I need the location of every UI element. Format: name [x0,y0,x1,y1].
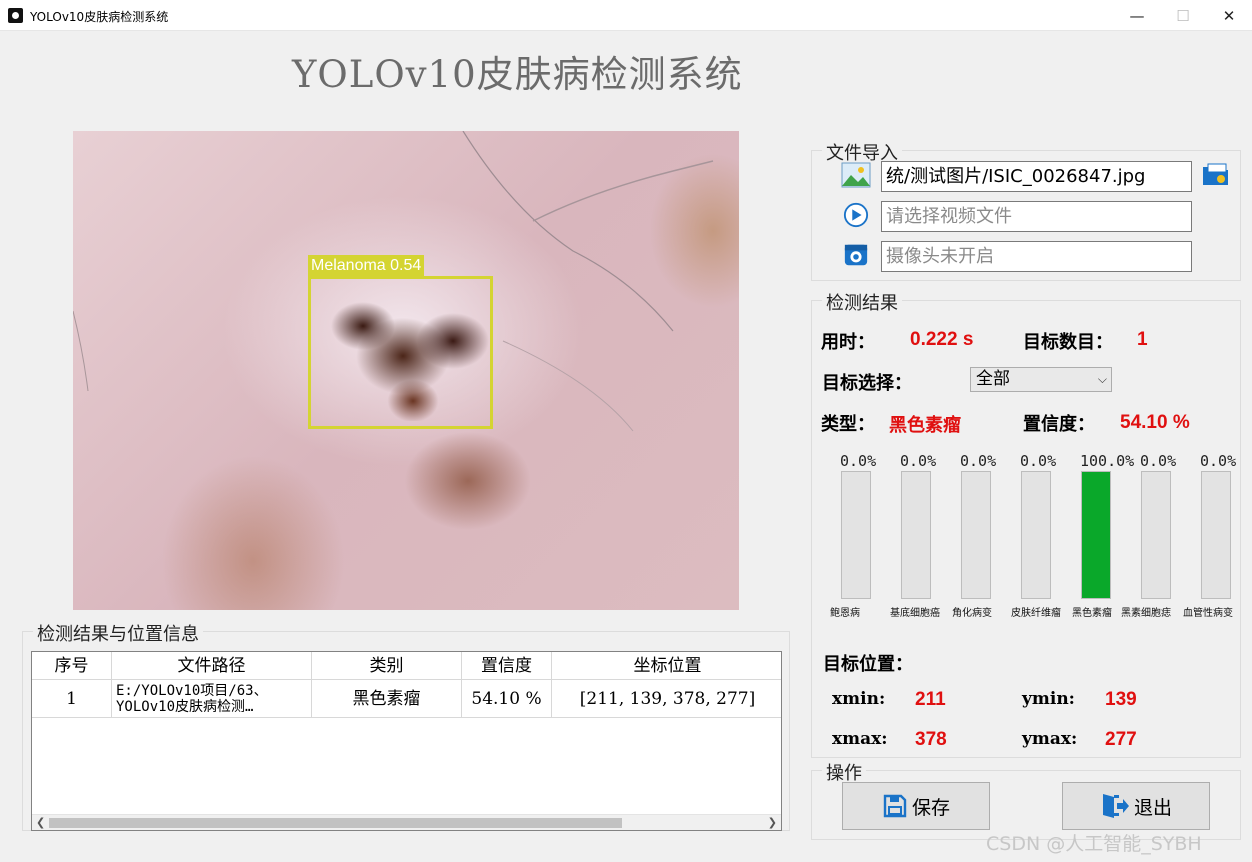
camera-icon[interactable] [841,242,871,268]
window-title: YOLOv10皮肤病检测系统 [30,10,169,24]
bar-percent: 0.0% [1200,452,1237,470]
exit-button[interactable]: 退出 [1062,782,1210,830]
minimize-button[interactable]: — [1114,0,1160,31]
time-label: 用时： [821,332,875,353]
type-value: 黑色素瘤 [889,415,961,436]
xmax-label: xmax: [832,729,888,749]
exit-button-label: 退出 [1133,796,1172,819]
watermark: CSDN @人工智能_SYBH [986,833,1202,855]
chevron-down-icon: ⌵ [1097,372,1107,386]
bar-percent: 100.0% [1080,452,1135,470]
probability-bar [841,471,871,599]
xmin-label: xmin: [832,689,886,709]
column-header-index[interactable]: 序号 [32,652,112,680]
table-header: 序号 文件路径 类别 置信度 坐标位置 [32,652,781,680]
bar-class-name: 黑素细胞痣 [1121,608,1171,619]
video-play-icon[interactable] [841,202,871,228]
probability-bar [901,471,931,599]
save-icon [883,794,907,818]
target-select-dropdown[interactable]: 全部 ⌵ [970,367,1112,392]
time-value: 0.222 s [910,329,974,350]
app-icon [8,8,23,23]
ymin-label: ymin: [1022,689,1075,709]
detection-image: Melanoma 0.54 [73,131,739,610]
maximize-button[interactable]: ☐ [1160,0,1206,31]
ymax-value: 277 [1105,729,1137,750]
video-path-field[interactable]: 请选择视频文件 [881,201,1192,232]
target-count-label: 目标数目： [1023,332,1113,353]
bar-percent: 0.0% [960,452,997,470]
xmin-value: 211 [915,689,946,710]
cell-index: 1 [32,680,112,718]
probability-bar [961,471,991,599]
type-label: 类型： [821,414,875,435]
bar-class-name: 黑色素瘤 [1072,608,1112,619]
horizontal-scrollbar[interactable]: ❮ ❯ [32,814,781,830]
probability-bar [1081,471,1111,599]
bar-percent: 0.0% [840,452,877,470]
bar-percent: 0.0% [1020,452,1057,470]
column-header-path[interactable]: 文件路径 [112,652,312,680]
cell-path: E:/YOLOv10项目/63、 YOLOv10皮肤病检测… [112,680,312,718]
ymax-label: ymax: [1022,729,1078,749]
page-title: YOLOv10皮肤病检测系统 [292,53,743,96]
bar-class-name: 基底细胞癌 [890,608,940,619]
cell-confidence: 54.10 % [462,680,552,718]
cell-class: 黑色素瘤 [312,680,462,718]
bar-percent: 0.0% [900,452,937,470]
cell-path-line: E:/YOLOv10项目/63、 [116,683,268,699]
cell-path-line: YOLOv10皮肤病检测… [116,699,254,715]
bar-class-name: 血管性病变 [1183,608,1233,619]
probability-bar [1201,471,1231,599]
confidence-label: 置信度： [1023,414,1095,435]
table-row[interactable]: 1 E:/YOLOv10项目/63、 YOLOv10皮肤病检测… 黑色素瘤 54… [32,680,781,718]
image-file-icon[interactable] [841,162,871,188]
bar-class-name: 鲍恩病 [830,608,860,619]
target-count-value: 1 [1137,329,1148,350]
column-header-confidence[interactable]: 置信度 [462,652,552,680]
save-button[interactable]: 保存 [842,782,990,830]
probability-bar-fill [1082,472,1110,598]
detection-bounding-box [308,276,493,429]
column-header-coordinates[interactable]: 坐标位置 [552,652,781,680]
bar-percent: 0.0% [1140,452,1177,470]
confidence-value: 54.10 % [1120,412,1190,433]
detection-result-title: 检测结果 [822,289,902,315]
detection-label: Melanoma 0.54 [308,255,425,277]
target-position-label: 目标位置： [823,654,913,675]
scroll-right-icon[interactable]: ❯ [768,815,777,830]
results-table-title: 检测结果与位置信息 [33,620,203,646]
target-select-label: 目标选择： [822,373,912,394]
xmax-value: 378 [915,729,947,750]
window-titlebar: YOLOv10皮肤病检测系统 — ☐ ✕ [0,0,1252,31]
exit-icon [1102,794,1129,818]
scroll-left-icon[interactable]: ❮ [36,815,45,830]
results-table[interactable]: 序号 文件路径 类别 置信度 坐标位置 1 E:/YOLOv10项目/63、 Y… [31,651,782,831]
folder-open-icon[interactable] [1201,161,1231,187]
target-select-value: 全部 [976,369,1010,389]
bar-class-name: 角化病变 [952,608,992,619]
bar-class-name: 皮肤纤维瘤 [1011,608,1061,619]
cell-coordinates: [211, 139, 378, 277] [579,689,756,709]
probability-bar [1021,471,1051,599]
ymin-value: 139 [1105,689,1137,710]
scrollbar-thumb[interactable] [49,818,622,828]
column-header-class[interactable]: 类别 [312,652,462,680]
probability-bar [1141,471,1171,599]
image-path-field[interactable]: 统/测试图片/ISIC_0026847.jpg [881,161,1192,192]
close-button[interactable]: ✕ [1206,0,1252,31]
camera-status-field[interactable]: 摄像头未开启 [881,241,1192,272]
save-button-label: 保存 [911,796,950,819]
